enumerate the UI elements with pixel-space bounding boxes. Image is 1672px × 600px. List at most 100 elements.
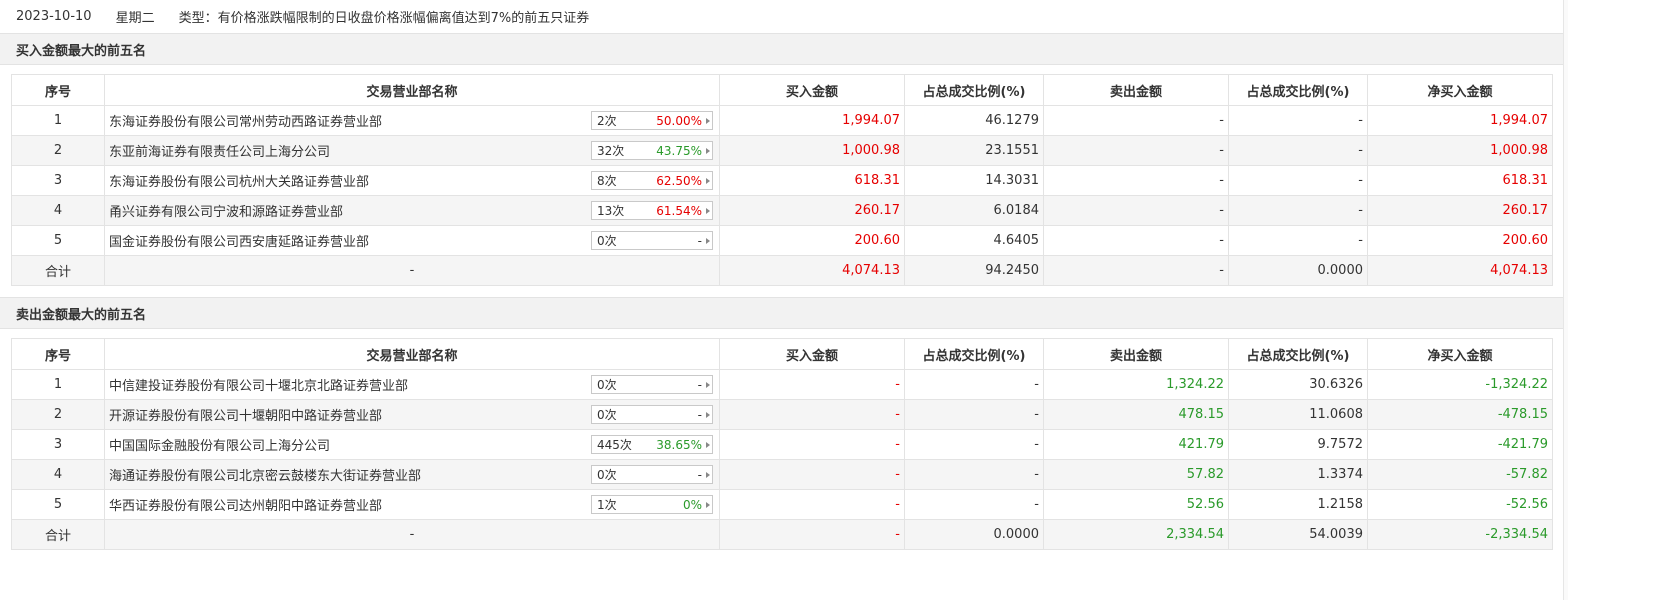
row-index: 1: [11, 369, 105, 400]
buy-amount: 200.60: [719, 225, 905, 256]
broker-cell: 东海证券股份有限公司杭州大关路证券营业部 8次 62.50%: [104, 165, 720, 196]
sell-table-body: 1 中信建投证券股份有限公司十堰北京北路证券营业部 0次 - - -1,324.22 30.…: [11, 369, 1553, 550]
broker-name-link[interactable]: 甬兴证券有限公司宁波和源路证券营业部: [109, 201, 343, 220]
broker-cell: 中信建投证券股份有限公司十堰北京北路证券营业部 0次 -: [104, 369, 720, 400]
sell-table-header: 序号 交易营业部名称 买入金额 占总成交比例(%) 卖出金额 占总成交比例(%)…: [11, 338, 1553, 370]
broker-name-link[interactable]: 海通证券股份有限公司北京密云鼓楼东大街证券营业部: [109, 465, 421, 484]
sell-amount: 57.82: [1043, 459, 1229, 490]
broker-cell: 东亚前海证券有限责任公司上海分公司 32次 43.75%: [104, 135, 720, 166]
sell-table: 序号 交易营业部名称 买入金额 占总成交比例(%) 卖出金额 占总成交比例(%)…: [11, 338, 1553, 550]
broker-name-link[interactable]: 东亚前海证券有限责任公司上海分公司: [109, 141, 330, 160]
appearance-count: 1次: [597, 498, 617, 512]
caret-right-icon: [706, 471, 710, 478]
broker-name-link[interactable]: 国金证券股份有限公司西安唐延路证券营业部: [109, 231, 369, 250]
buy-ratio: 46.1279: [904, 105, 1044, 136]
broker-stats-dropdown[interactable]: 32次 43.75%: [591, 141, 713, 160]
broker-name-link[interactable]: 中国国际金融股份有限公司上海分公司: [109, 435, 330, 454]
broker-stats-dropdown[interactable]: 2次 50.00%: [591, 111, 713, 130]
col-sell-ratio: 占总成交比例(%): [1228, 74, 1368, 106]
buy-amount: -: [719, 399, 905, 430]
row-index: 2: [11, 135, 105, 166]
broker-name-wrap: 华西证券股份有限公司达州朝阳中路证券营业部 1次 0%: [109, 495, 715, 514]
stats-right: 61.54%: [656, 204, 710, 218]
buy-ratio: -: [904, 429, 1044, 460]
broker-stats-dropdown[interactable]: 8次 62.50%: [591, 171, 713, 190]
buy-table-body: 1 东海证券股份有限公司常州劳动西路证券营业部 2次 50.00% 1,994.07 46…: [11, 105, 1553, 286]
broker-stats-dropdown[interactable]: 13次 61.54%: [591, 201, 713, 220]
sell-ratio: -: [1228, 105, 1368, 136]
total-buy-amount: 4,074.13: [719, 255, 905, 286]
appearance-count: 13次: [597, 204, 625, 218]
sell-ratio: 11.0608: [1228, 399, 1368, 430]
broker-stats-dropdown[interactable]: 0次 -: [591, 375, 713, 394]
broker-stats-dropdown[interactable]: 1次 0%: [591, 495, 713, 514]
broker-name-wrap: 东亚前海证券有限责任公司上海分公司 32次 43.75%: [109, 141, 715, 160]
win-rate: 43.75%: [656, 143, 702, 158]
sell-ratio: 9.7572: [1228, 429, 1368, 460]
net-amount: 260.17: [1367, 195, 1553, 226]
buy-ratio: 14.3031: [904, 165, 1044, 196]
buy-ratio: -: [904, 399, 1044, 430]
buy-amount: 1,000.98: [719, 135, 905, 166]
broker-cell: 开源证券股份有限公司十堰朝阳中路证券营业部 0次 -: [104, 399, 720, 430]
total-net-amount: 4,074.13: [1367, 255, 1553, 286]
buy-amount: -: [719, 429, 905, 460]
appearance-count: 0次: [597, 468, 617, 482]
table-row: 3 东海证券股份有限公司杭州大关路证券营业部 8次 62.50% 618.31 14.30…: [11, 165, 1553, 196]
broker-stats-dropdown[interactable]: 445次 38.65%: [591, 435, 713, 454]
buy-ratio: -: [904, 489, 1044, 520]
sell-amount: 478.15: [1043, 399, 1229, 430]
broker-name-wrap: 国金证券股份有限公司西安唐延路证券营业部 0次 -: [109, 231, 715, 250]
broker-name-link[interactable]: 华西证券股份有限公司达州朝阳中路证券营业部: [109, 495, 382, 514]
broker-name-link[interactable]: 东海证券股份有限公司杭州大关路证券营业部: [109, 171, 369, 190]
caret-right-icon: [706, 147, 710, 154]
win-rate: -: [697, 467, 702, 482]
vertical-scrollbar[interactable]: [1563, 0, 1568, 600]
table-row: 1 东海证券股份有限公司常州劳动西路证券营业部 2次 50.00% 1,994.07 46…: [11, 105, 1553, 136]
total-label: 合计: [11, 519, 105, 550]
win-rate: -: [697, 407, 702, 422]
broker-name-link[interactable]: 东海证券股份有限公司常州劳动西路证券营业部: [109, 111, 382, 130]
broker-cell: 华西证券股份有限公司达州朝阳中路证券营业部 1次 0%: [104, 489, 720, 520]
broker-cell: 国金证券股份有限公司西安唐延路证券营业部 0次 -: [104, 225, 720, 256]
broker-name-link[interactable]: 开源证券股份有限公司十堰朝阳中路证券营业部: [109, 405, 382, 424]
win-rate: -: [697, 377, 702, 392]
total-sell-amount: 2,334.54: [1043, 519, 1229, 550]
col-broker-name: 交易营业部名称: [104, 338, 720, 370]
buy-table: 序号 交易营业部名称 买入金额 占总成交比例(%) 卖出金额 占总成交比例(%)…: [11, 74, 1553, 286]
appearance-count: 0次: [597, 234, 617, 248]
sell-amount: -: [1043, 165, 1229, 196]
col-broker-name: 交易营业部名称: [104, 74, 720, 106]
buy-amount: 260.17: [719, 195, 905, 226]
broker-name-wrap: 甬兴证券有限公司宁波和源路证券营业部 13次 61.54%: [109, 201, 715, 220]
table-row: 4 海通证券股份有限公司北京密云鼓楼东大街证券营业部 0次 - - -57.82 1.337…: [11, 459, 1553, 490]
broker-name-link[interactable]: 中信建投证券股份有限公司十堰北京北路证券营业部: [109, 375, 408, 394]
buy-amount: -: [719, 459, 905, 490]
appearance-count: 8次: [597, 174, 617, 188]
win-rate: 38.65%: [656, 437, 702, 452]
col-sell-ratio: 占总成交比例(%): [1228, 338, 1368, 370]
buy-amount: 1,994.07: [719, 105, 905, 136]
table-row: 2 开源证券股份有限公司十堰朝阳中路证券营业部 0次 - - -478.15 11.0608…: [11, 399, 1553, 430]
net-amount: -421.79: [1367, 429, 1553, 460]
broker-stats-dropdown[interactable]: 0次 -: [591, 231, 713, 250]
buy-amount: 618.31: [719, 165, 905, 196]
broker-name-wrap: 东海证券股份有限公司杭州大关路证券营业部 8次 62.50%: [109, 171, 715, 190]
total-row: 合计 -4,074.13 94.2450-0.0000 4,074.13: [11, 255, 1553, 286]
sell-ratio: -: [1228, 195, 1368, 226]
row-index: 3: [11, 165, 105, 196]
buy-ratio: 4.6405: [904, 225, 1044, 256]
broker-cell: 东海证券股份有限公司常州劳动西路证券营业部 2次 50.00%: [104, 105, 720, 136]
broker-cell: 海通证券股份有限公司北京密云鼓楼东大街证券营业部 0次 -: [104, 459, 720, 490]
total-name: -: [104, 519, 720, 550]
broker-stats-dropdown[interactable]: 0次 -: [591, 405, 713, 424]
buy-ratio: 23.1551: [904, 135, 1044, 166]
caret-right-icon: [706, 177, 710, 184]
broker-stats-dropdown[interactable]: 0次 -: [591, 465, 713, 484]
stats-right: 0%: [683, 498, 710, 512]
list-type: 类型：有价格涨跌幅限制的日收盘价格涨幅偏离值达到7%的前五只证券: [178, 11, 590, 26]
broker-name-wrap: 东海证券股份有限公司常州劳动西路证券营业部 2次 50.00%: [109, 111, 715, 130]
caret-right-icon: [706, 207, 710, 214]
total-buy-ratio: 0.0000: [904, 519, 1044, 550]
stats-right: -: [698, 378, 710, 392]
